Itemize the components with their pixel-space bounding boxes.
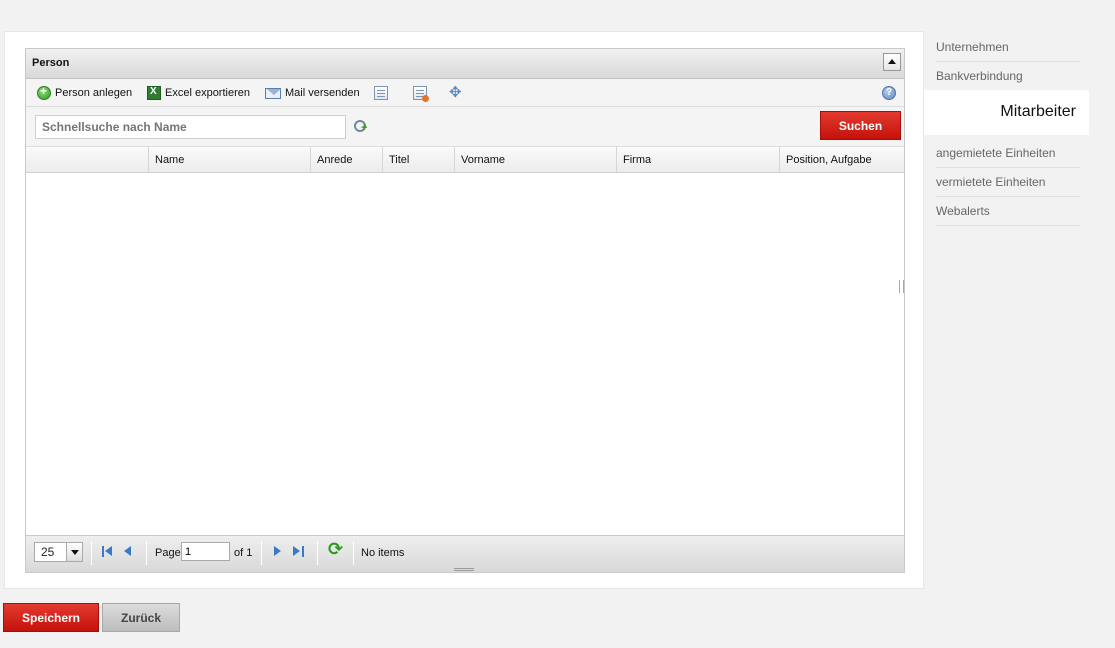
document-edit-icon [413,86,429,102]
panel-header: Person [26,49,904,79]
page-size-value: 25 [41,545,55,559]
side-nav-top: Unternehmen Bankverbindung [936,33,1080,91]
column-header-vorname[interactable]: Vorname [454,147,616,172]
person-panel: Person Person anlegen Excel exportieren … [25,48,905,573]
search-button[interactable]: Suchen [820,111,901,140]
column-header-name[interactable]: Name [148,147,310,172]
first-page-icon[interactable] [102,546,114,558]
grip-handle[interactable] [454,568,474,571]
add-person-button[interactable]: Person anlegen [37,84,133,101]
excel-export-label: Excel exportieren [165,87,250,99]
mail-icon [265,87,281,99]
panel-title: Person [32,57,70,69]
last-page-icon[interactable] [292,546,304,558]
column-header-firma[interactable]: Firma [616,147,779,172]
side-nav-item-mitarbeiter[interactable]: Mitarbeiter [924,90,1089,135]
send-mail-button[interactable]: Mail versenden [265,85,360,101]
page-count-label: of 1 [234,547,253,559]
pager-separator [146,541,147,565]
content-box: Person Person anlegen Excel exportieren … [4,31,924,589]
document-list-button[interactable] [374,85,392,101]
move-button[interactable] [449,83,467,101]
move-arrows-icon [449,83,463,101]
side-nav-item-vermietete-einheiten[interactable]: vermietete Einheiten [936,168,1080,197]
search-bar: Suchen [26,107,904,147]
page-size-select[interactable]: 25 [34,542,83,562]
pager-separator [91,541,92,565]
next-page-icon[interactable] [272,546,284,558]
excel-icon [147,86,161,100]
side-nav-item-webalerts[interactable]: Webalerts [936,197,1080,226]
column-header-select[interactable] [26,147,148,172]
column-header-titel[interactable]: Titel [382,147,454,172]
excel-export-button[interactable]: Excel exportieren [147,85,250,101]
help-icon[interactable]: ? [882,86,896,100]
pager-status: No items [361,547,405,559]
chevron-down-icon[interactable] [66,543,82,561]
search-input[interactable] [35,115,346,139]
refresh-icon[interactable] [328,539,344,560]
side-nav-item-bankverbindung[interactable]: Bankverbindung [936,62,1080,91]
page-label: Page [155,547,181,559]
grid-header: Name Anrede Titel Vorname Firma Position… [26,147,904,173]
pager-separator [317,541,318,565]
pager-separator [261,541,262,565]
add-person-label: Person anlegen [55,87,133,99]
resize-handle[interactable] [899,280,904,293]
back-button[interactable]: Zurück [102,603,180,632]
previous-page-icon[interactable] [122,546,134,558]
document-list-icon [374,86,388,100]
side-nav-item-unternehmen[interactable]: Unternehmen [936,33,1080,62]
page-number-input[interactable] [181,542,230,561]
save-button[interactable]: Speichern [3,603,99,632]
toolbar: Person anlegen Excel exportieren Mail ve… [26,79,904,107]
document-edit-button[interactable] [413,85,431,102]
column-header-position[interactable]: Position, Aufgabe [779,147,904,172]
send-mail-label: Mail versenden [285,87,360,99]
side-nav-bottom: angemietete Einheiten vermietete Einheit… [936,139,1080,226]
advanced-search-icon[interactable] [354,120,368,134]
pager: 25 Page of 1 No items [26,535,904,572]
side-nav-item-angemietete-einheiten[interactable]: angemietete Einheiten [936,139,1080,168]
pager-separator [353,541,354,565]
column-header-anrede[interactable]: Anrede [310,147,382,172]
collapse-icon[interactable] [883,53,901,71]
grid-body [26,173,904,534]
add-icon [37,84,51,100]
